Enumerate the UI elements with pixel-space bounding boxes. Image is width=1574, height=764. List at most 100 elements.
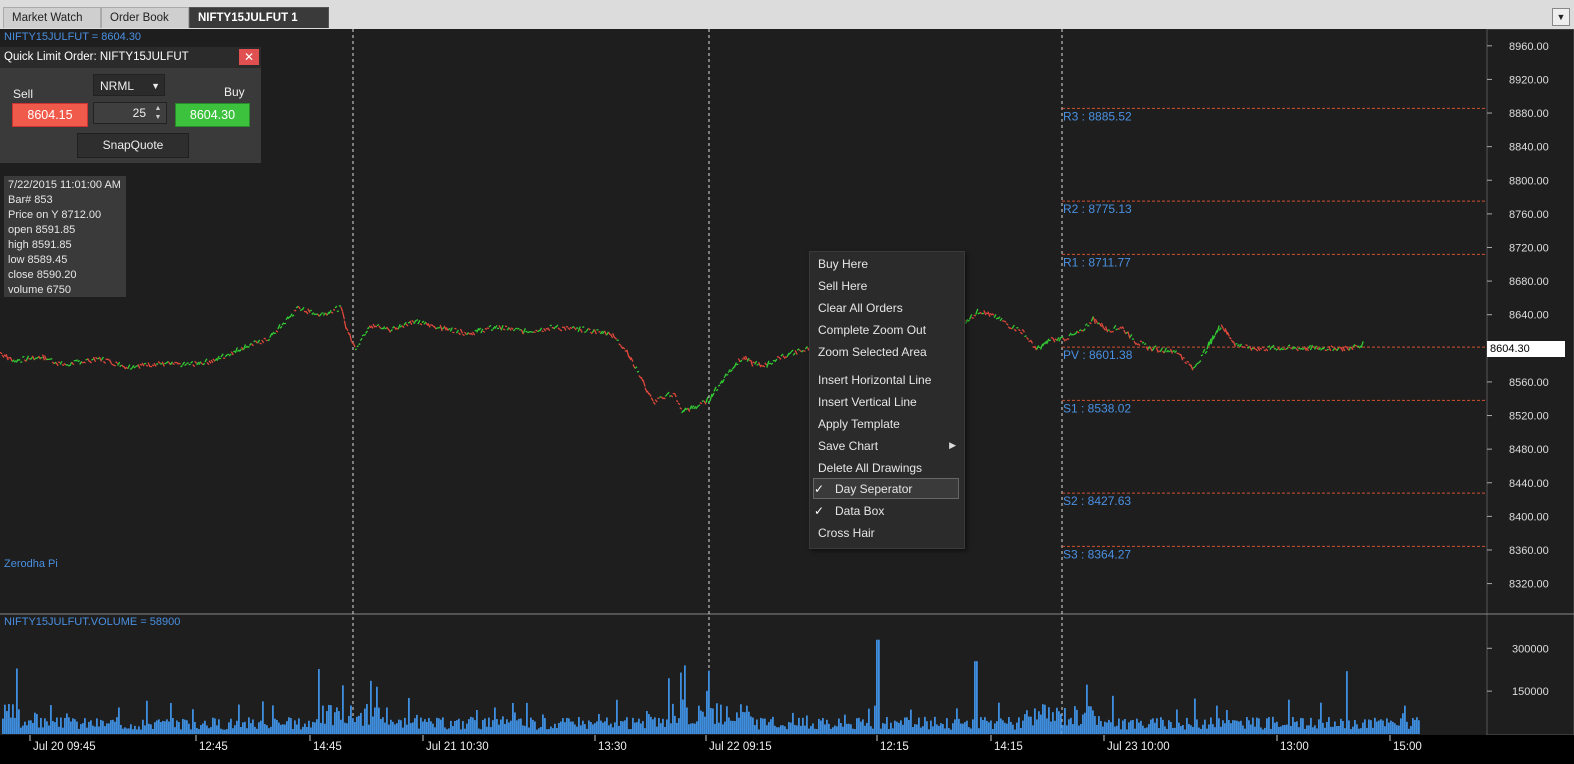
product-select[interactable]: NRML ▼: [93, 74, 165, 96]
volume-bar: [342, 685, 344, 734]
volume-bar: [1066, 725, 1068, 734]
price-bar: [374, 325, 378, 328]
volume-bar: [962, 723, 964, 734]
close-icon[interactable]: ✕: [239, 49, 259, 65]
volume-bar: [330, 705, 332, 734]
price-bar: [502, 328, 506, 331]
price-bar: [75, 359, 79, 362]
volume-bar: [510, 720, 512, 734]
price-bar: [1216, 325, 1220, 333]
chart-area[interactable]: 8960.00 8920.00 8880.00 8840.00 8800.00 8760.…: [0, 29, 1574, 764]
menu-item-delete-all-drawings[interactable]: Delete All Drawings: [818, 458, 922, 478]
price-bar: [1302, 347, 1305, 350]
price-bar: [63, 362, 67, 366]
volume-bar: [660, 723, 662, 734]
menu-item-sell-here[interactable]: Sell Here: [818, 276, 867, 296]
volume-bar: [4, 704, 6, 734]
time-tick-label: 15:00: [1393, 741, 1422, 753]
price-tick-label: 8360.00: [1509, 545, 1549, 557]
price-bar: [466, 332, 470, 336]
price-bar: [1078, 328, 1082, 332]
price-bar: [563, 326, 567, 331]
volume-bar: [552, 728, 554, 734]
menu-item-clear-all-orders[interactable]: Clear All Orders: [818, 298, 903, 318]
volume-bar: [488, 717, 490, 734]
price-bar: [204, 358, 208, 363]
price-bar: [1165, 349, 1169, 353]
price-bar: [1295, 348, 1299, 352]
price-bar: [652, 401, 656, 405]
menu-item-insert-vertical-line[interactable]: Insert Vertical Line: [818, 392, 917, 412]
quantity-stepper[interactable]: 25 ▲ ▼: [93, 102, 167, 124]
volume-bar: [694, 723, 696, 734]
volume-bar: [1036, 719, 1038, 734]
price-bar: [794, 350, 798, 355]
menu-item-cross-hair[interactable]: Cross Hair: [818, 523, 875, 543]
price-tick-label: 8640.00: [1509, 310, 1549, 322]
volume-bar: [1016, 722, 1018, 734]
volume-bar: [492, 720, 494, 734]
price-bar: [131, 364, 135, 369]
price-bar: [388, 329, 392, 333]
menu-item-insert-horizontal-line[interactable]: Insert Horizontal Line: [818, 370, 931, 390]
tab-order-book[interactable]: Order Book: [101, 7, 189, 28]
price-bar: [1198, 360, 1202, 364]
time-tick-label: Jul 20 09:45: [33, 741, 96, 753]
sell-price-button[interactable]: 8604.15: [12, 103, 88, 127]
menu-item-buy-here[interactable]: Buy Here: [818, 254, 868, 274]
snapquote-button[interactable]: SnapQuote: [77, 133, 189, 158]
volume-bar: [406, 724, 408, 734]
volume-bar: [1174, 727, 1176, 734]
volume-bar: [568, 718, 570, 734]
menu-item-save-chart[interactable]: Save Chart: [818, 436, 878, 456]
price-tick-label: 8840.00: [1509, 142, 1549, 154]
price-bar: [311, 312, 315, 315]
price-bar: [971, 316, 974, 320]
menu-item-apply-template[interactable]: Apply Template: [818, 414, 900, 434]
volume-bar: [166, 719, 168, 734]
spinner-arrows-icon[interactable]: ▲ ▼: [152, 104, 164, 122]
price-bar: [1042, 342, 1046, 347]
volume-bar: [106, 723, 108, 734]
price-bar: [636, 370, 640, 373]
menu-item-day-seperator[interactable]: Day Seperator: [835, 479, 912, 499]
price-bar: [279, 325, 283, 329]
volume-bar: [1352, 726, 1354, 734]
chevron-down-icon: ▼: [151, 81, 160, 91]
databox-bar: Bar# 853: [8, 194, 53, 206]
menu-item-complete-zoom-out[interactable]: Complete Zoom Out: [818, 320, 926, 340]
price-bar: [1109, 330, 1113, 333]
price-bar: [349, 333, 353, 342]
volume-bar: [440, 719, 442, 734]
volume-bar: [1180, 726, 1182, 734]
volume-bar: [454, 720, 456, 734]
volume-bar: [302, 726, 304, 734]
sell-label: Sell: [13, 87, 34, 101]
price-bar: [192, 364, 196, 368]
tab-chart[interactable]: NIFTY15JULFUT 1 MIn✕: [189, 7, 329, 45]
volume-bar: [616, 699, 618, 734]
menu-item-zoom-selected-area[interactable]: Zoom Selected Area: [818, 342, 927, 362]
volume-bar: [838, 718, 840, 734]
price-bar: [1275, 348, 1279, 351]
price-bar: [247, 345, 250, 349]
price-bar: [366, 326, 370, 330]
volume-bar: [2, 718, 4, 734]
price-bar: [585, 328, 589, 332]
volume-bar: [770, 719, 772, 734]
volume-bar: [538, 728, 540, 734]
price-bar: [1119, 326, 1123, 330]
volume-bar: [1210, 717, 1212, 734]
price-bar: [1245, 344, 1248, 347]
chevron-down-icon[interactable]: ▼: [1552, 8, 1570, 26]
price-bar: [1117, 327, 1121, 330]
volume-bar: [1268, 717, 1270, 734]
volume-bar: [1226, 710, 1228, 734]
volume-bar: [800, 725, 802, 734]
menu-item-data-box[interactable]: Data Box: [835, 501, 884, 521]
volume-bar: [114, 721, 116, 734]
buy-price-button[interactable]: 8604.30: [175, 103, 250, 127]
tab-market-watch[interactable]: Market Watch: [3, 7, 101, 28]
volume-bar: [904, 717, 906, 734]
volume-bar: [772, 716, 774, 734]
